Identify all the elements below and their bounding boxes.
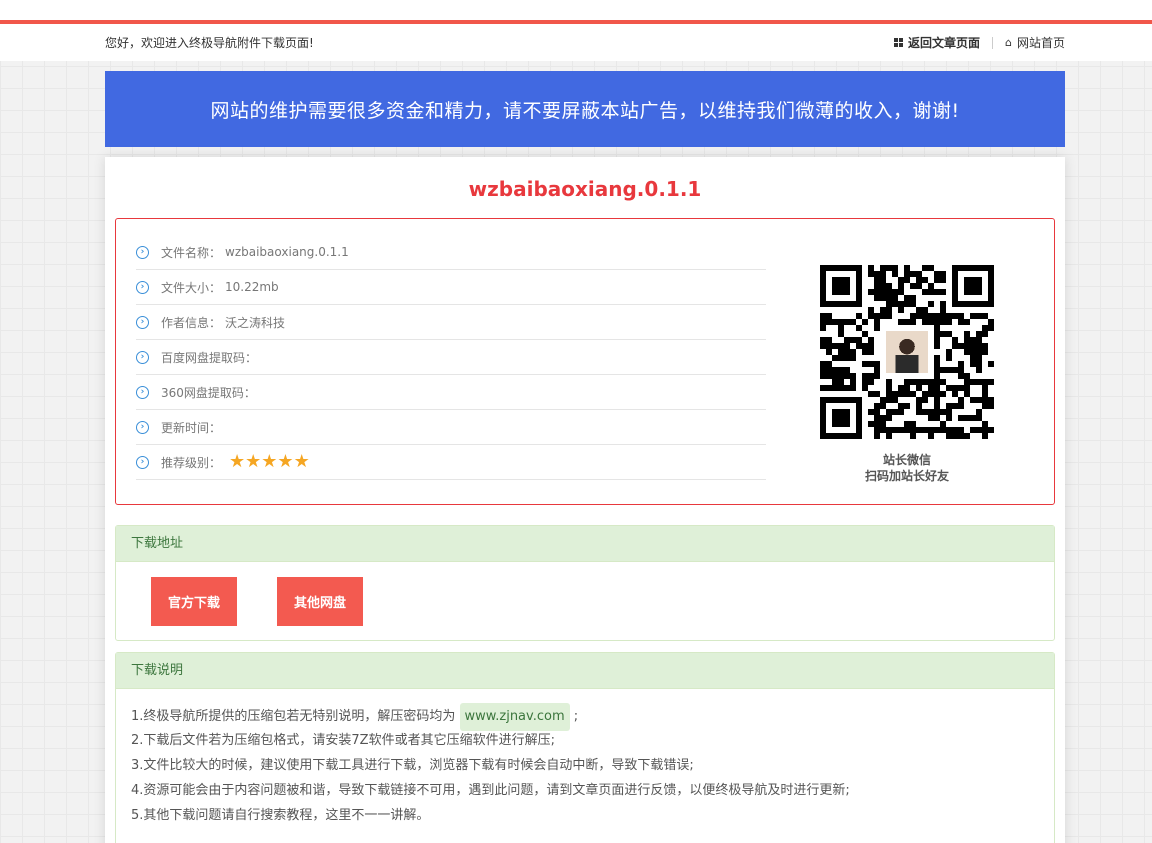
ad-notice-banner: 网站的维护需要很多资金和精力，请不要屏蔽本站广告，以维持我们微薄的收入，谢谢!	[105, 71, 1065, 147]
home-link-label: 网站首页	[1016, 36, 1065, 50]
banner-text: 网站的维护需要很多资金和精力，请不要屏蔽本站广告，以维持我们微薄的收入，谢谢!	[210, 99, 960, 122]
file-title: wzbaibaoxiang.0.1.1	[468, 177, 702, 201]
info-value: 10.22mb	[225, 280, 279, 294]
qr-caption: 站长微信 扫码加站长好友	[796, 452, 1018, 484]
download-notes-heading: 下载说明	[116, 653, 1054, 689]
download-panel: 下载地址 官方下载 其他网盘	[115, 525, 1055, 641]
info-label: 文件名称：	[161, 245, 222, 260]
file-info-row: › 更新时间：	[136, 410, 766, 445]
official-download-button[interactable]: 官方下载	[151, 577, 237, 626]
top-links: 返回文章页面 ⌂ 网站首页	[893, 34, 1065, 51]
chevron-circle-icon: ›	[136, 245, 149, 259]
download-card: wzbaibaoxiang.0.1.1 › 文件名称： wzbaibaoxiang.…	[105, 157, 1065, 843]
info-value: wzbaibaoxiang.0.1.1	[225, 245, 349, 259]
rating-stars: ★★★★★	[229, 451, 310, 472]
file-info-list: › 文件名称： wzbaibaoxiang.0.1.1 › 文件大小： 10.22mb › 作…	[136, 235, 766, 480]
note-line: 1.终极导航所提供的压缩包若无特别说明，解压密码均为 www.zjnav.com…	[131, 703, 1054, 731]
home-icon: ⌂	[1005, 36, 1012, 49]
note-line: 2.下载后文件若为压缩包格式，请安装7Z软件或者其它压缩软件进行解压;	[131, 733, 555, 748]
qr-caption-subtitle: 扫码加站长好友	[864, 469, 949, 483]
password-code: www.zjnav.com	[459, 703, 570, 731]
grid-icon	[893, 38, 903, 47]
home-link[interactable]: ⌂ 网站首页	[1005, 34, 1065, 51]
file-info-row: › 百度网盘提取码：	[136, 340, 766, 375]
qr-caption-title: 站长微信	[882, 453, 931, 467]
info-label: 百度网盘提取码：	[161, 350, 258, 365]
top-strip	[0, 0, 1152, 20]
file-info-box: › 文件名称： wzbaibaoxiang.0.1.1 › 文件大小： 10.22mb › 作…	[115, 218, 1055, 505]
back-to-article-label: 返回文章页面	[907, 36, 980, 50]
download-panel-heading: 下载地址	[116, 526, 1054, 562]
note-line: 4.资源可能会由于内容问题被和谐，导致下载链接不可用，遇到此问题，请到文章页面进…	[131, 783, 850, 798]
back-to-article-link[interactable]: 返回文章页面	[893, 34, 980, 51]
download-notes-panel: 下载说明 1.终极导航所提供的压缩包若无特别说明，解压密码均为 www.zjna…	[115, 652, 1055, 843]
note-text: ;	[573, 709, 579, 724]
note-text: 1.终极导航所提供的压缩包若无特别说明，解压密码均为	[131, 709, 456, 724]
info-label: 360网盘提取码：	[161, 385, 256, 400]
download-notes-body: 1.终极导航所提供的压缩包若无特别说明，解压密码均为 www.zjnav.com…	[116, 689, 1054, 828]
file-info-row: › 推荐级别： ★★★★★	[136, 445, 766, 480]
link-divider	[992, 36, 993, 49]
info-label: 更新时间：	[161, 420, 222, 435]
chevron-circle-icon: ›	[136, 385, 149, 399]
chevron-circle-icon: ›	[136, 315, 149, 329]
top-bar: 您好，欢迎进入终极导航附件下载页面! 返回文章页面 ⌂ 网站首页	[0, 20, 1152, 61]
info-label: 推荐级别：	[161, 455, 222, 470]
info-label: 作者信息：	[161, 315, 222, 330]
chevron-circle-icon: ›	[136, 455, 149, 469]
file-info-row: › 360网盘提取码：	[136, 375, 766, 410]
chevron-circle-icon: ›	[136, 420, 149, 434]
file-info-row: › 文件名称： wzbaibaoxiang.0.1.1	[136, 235, 766, 270]
note-line: 3.文件比较大的时候，建议使用下载工具进行下载，浏览器下载有时候会自动中断，导致…	[131, 758, 694, 773]
info-label: 文件大小：	[161, 280, 222, 295]
info-value: 沃之涛科技	[225, 315, 286, 330]
chevron-circle-icon: ›	[136, 280, 149, 294]
welcome-text: 您好，欢迎进入终极导航附件下载页面!	[105, 36, 314, 50]
wechat-qr-code	[820, 265, 994, 439]
file-info-row: › 作者信息： 沃之涛科技	[136, 305, 766, 340]
other-cloud-button[interactable]: 其他网盘	[277, 577, 363, 626]
file-info-row: › 文件大小： 10.22mb	[136, 270, 766, 305]
chevron-circle-icon: ›	[136, 350, 149, 364]
note-line: 5.其他下载问题请自行搜索教程，这里不一一讲解。	[131, 808, 430, 823]
